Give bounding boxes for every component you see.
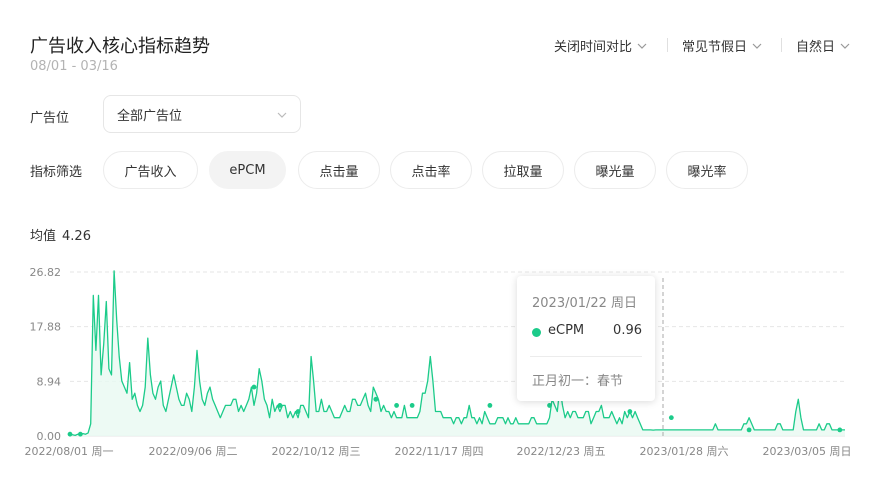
tooltip-value: 0.96 [613,323,642,338]
ecpm-line-chart[interactable]: 0.00 8.94 17.88 26.82 2022/08/01 周一 2022/09/0… [0,0,894,493]
y-tick-label: 26.82 [30,266,62,279]
holiday-marker-point [547,403,552,408]
holiday-marker-point [277,403,283,408]
holiday-marker-point [668,415,674,421]
holiday-marker-point [67,431,73,437]
holiday-marker-point [409,403,415,408]
series-area [70,270,845,436]
holiday-marker-point [394,403,399,408]
y-tick-label: 8.94 [37,375,62,388]
x-tick-label: 2022/09/06 周二 [149,445,238,458]
holiday-marker-point [487,403,493,408]
tooltip-holiday-note: 正月初一：春节 [532,374,624,389]
x-tick-label: 2023/03/05 周日 [763,445,852,458]
tooltip-series-name: eCPM [548,323,585,338]
holiday-marker-point [627,409,633,414]
x-tick-label: 2022/08/01 周一 [25,445,114,458]
x-tick-label: 2022/10/12 周三 [272,445,361,458]
holiday-marker-point [77,431,83,437]
holiday-marker-point [373,396,379,402]
series-dot-icon [532,328,541,337]
holiday-marker-point [251,384,257,390]
x-tick-label: 2022/11/17 周四 [395,445,484,458]
y-tick-label: 17.88 [30,321,62,334]
x-tick-label: 2022/12/23 周五 [517,445,606,458]
chart-tooltip: 2023/01/22 周日 eCPM 0.96 正月初一：春节 [517,276,655,401]
y-tick-label: 0.00 [37,430,62,443]
holiday-marker-point [746,427,752,433]
x-tick-label: 2023/01/28 周六 [640,445,729,458]
holiday-marker-point [837,427,843,433]
tooltip-date: 2023/01/22 周日 [532,296,638,311]
tooltip-divider [530,356,642,357]
holiday-marker-point [295,409,301,414]
